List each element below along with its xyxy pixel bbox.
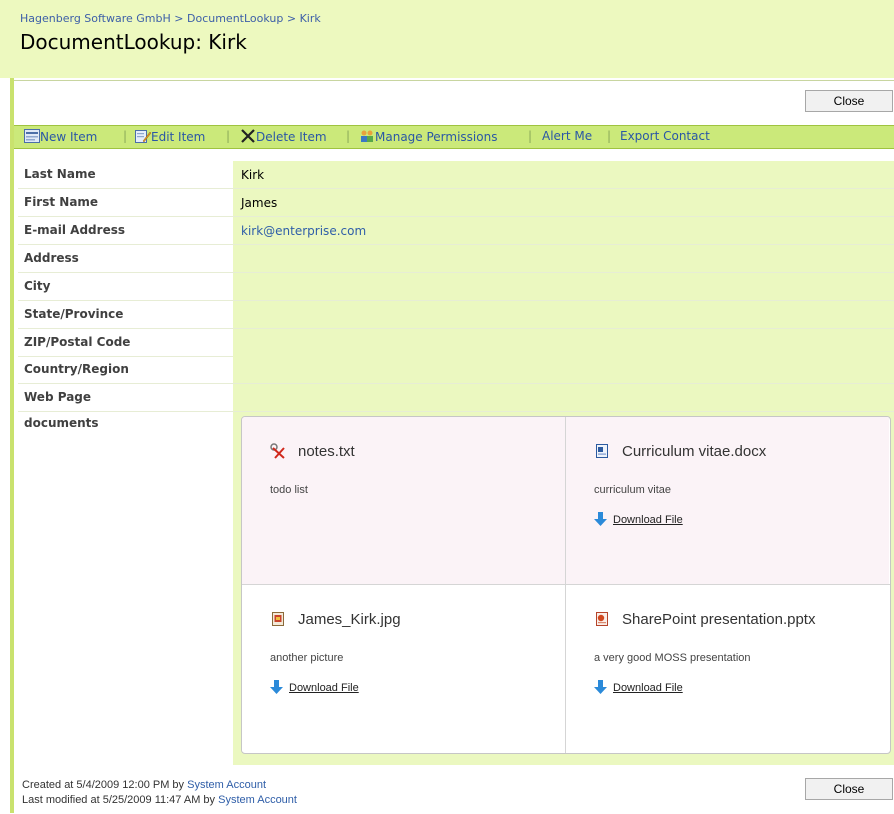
field-label: City: [24, 279, 51, 293]
page-header: Hagenberg Software GmbH > DocumentLookup…: [0, 0, 894, 78]
edit-item-icon: [135, 130, 151, 143]
breadcrumb-separator: >: [174, 12, 184, 25]
toolbar-separator: |: [226, 129, 231, 143]
download-file-link[interactable]: Download File: [594, 512, 683, 526]
download-file-label[interactable]: Download File: [289, 682, 359, 694]
field-row-web-page: Web Page: [18, 384, 894, 412]
close-button-top[interactable]: Close: [805, 90, 893, 112]
field-label: State/Province: [24, 307, 124, 321]
download-arrow-icon: [594, 680, 607, 694]
modified-text: Last modified at 5/25/2009 11:47 AM by: [22, 794, 216, 806]
manage-permissions-button[interactable]: Manage Permissions: [359, 129, 497, 144]
breadcrumb: Hagenberg Software GmbH > DocumentLookup…: [20, 12, 321, 25]
document-card: notes.txt todo list: [242, 417, 565, 584]
field-label: E-mail Address: [24, 223, 125, 237]
document-description: a very good MOSS presentation: [594, 652, 751, 664]
field-row-city: City: [18, 273, 894, 301]
toolbar-separator: |: [346, 129, 351, 143]
field-label: Country/Region: [24, 362, 129, 376]
field-label: ZIP/Postal Code: [24, 335, 131, 349]
download-file-link[interactable]: Download File: [270, 680, 359, 694]
image-file-icon: [272, 612, 284, 626]
edit-item-button[interactable]: Edit Item: [135, 129, 205, 144]
field-row-zip: ZIP/Postal Code: [18, 329, 894, 357]
field-label: Address: [24, 251, 79, 265]
email-link[interactable]: kirk@enterprise.com: [241, 224, 366, 238]
permissions-users-icon: [361, 130, 373, 142]
toolbar: New Item | Edit Item | Delete Item | Man…: [14, 125, 894, 149]
word-file-icon: [596, 444, 608, 458]
breadcrumb-site-link[interactable]: Hagenberg Software GmbH: [20, 12, 171, 25]
field-row-first-name: First Name James: [18, 189, 894, 217]
breadcrumb-separator: >: [286, 12, 297, 25]
field-label: First Name: [24, 195, 99, 209]
edit-item-label: Edit Item: [151, 130, 206, 144]
grid-divider: [242, 584, 890, 585]
powerpoint-file-icon: [596, 612, 608, 626]
document-card: SharePoint presentation.pptx a very good…: [566, 585, 889, 752]
txt-file-icon: [270, 443, 285, 459]
field-label: Web Page: [24, 390, 92, 404]
new-item-label: New Item: [40, 130, 98, 144]
download-file-link[interactable]: Download File: [594, 680, 683, 694]
field-row-email: E-mail Address kirk@enterprise.com: [18, 217, 894, 245]
export-contact-button[interactable]: Export Contact: [620, 129, 710, 143]
created-text: Created at 5/4/2009 12:00 PM by: [22, 779, 185, 791]
manage-permissions-label: Manage Permissions: [375, 130, 498, 144]
created-by-link[interactable]: System Account: [187, 779, 266, 791]
document-description: todo list: [270, 484, 308, 496]
alert-me-button[interactable]: Alert Me: [542, 129, 592, 143]
modified-line: Last modified at 5/25/2009 11:47 AM by S…: [22, 793, 297, 808]
field-row-state: State/Province: [18, 301, 894, 329]
delete-item-label: Delete Item: [256, 130, 327, 144]
download-file-label[interactable]: Download File: [613, 682, 683, 694]
modified-by-link[interactable]: System Account: [218, 794, 297, 806]
toolbar-separator: |: [528, 129, 533, 143]
document-description: curriculum vitae: [594, 484, 672, 496]
new-item-icon: [24, 129, 40, 143]
breadcrumb-list-link[interactable]: DocumentLookup: [187, 12, 283, 25]
document-card: Curriculum vitae.docx curriculum vitae D…: [566, 417, 889, 584]
document-name-link[interactable]: Curriculum vitae.docx: [622, 443, 766, 460]
created-line: Created at 5/4/2009 12:00 PM by System A…: [22, 778, 297, 793]
item-metadata-footer: Created at 5/4/2009 12:00 PM by System A…: [22, 778, 297, 808]
field-label: documents: [24, 416, 99, 430]
field-row-last-name: Last Name Kirk: [18, 161, 894, 189]
download-arrow-icon: [270, 680, 283, 694]
delete-item-button[interactable]: Delete Item: [240, 129, 327, 144]
field-label: Last Name: [24, 167, 96, 181]
document-name-link[interactable]: James_Kirk.jpg: [298, 611, 401, 628]
page-title: DocumentLookup: Kirk: [20, 30, 247, 54]
download-arrow-icon: [594, 512, 607, 526]
breadcrumb-current: Kirk: [299, 12, 321, 25]
download-file-label[interactable]: Download File: [613, 514, 683, 526]
document-name-link[interactable]: SharePoint presentation.pptx: [622, 611, 815, 628]
new-item-button[interactable]: New Item: [24, 129, 97, 144]
document-description: another picture: [270, 652, 344, 664]
field-value: Kirk: [241, 168, 265, 182]
close-button-bottom[interactable]: Close: [805, 778, 893, 800]
documents-grid: notes.txt todo list Curriculum vitae.doc…: [241, 416, 891, 754]
toolbar-separator: |: [123, 129, 128, 143]
toolbar-separator: |: [607, 129, 612, 143]
field-row-country: Country/Region: [18, 356, 894, 384]
field-row-address: Address: [18, 245, 894, 273]
field-value: James: [241, 196, 278, 210]
grid-divider: [565, 417, 566, 753]
delete-x-icon: [241, 129, 255, 143]
document-name-link[interactable]: notes.txt: [298, 443, 355, 460]
document-card: James_Kirk.jpg another picture Download …: [242, 585, 565, 752]
